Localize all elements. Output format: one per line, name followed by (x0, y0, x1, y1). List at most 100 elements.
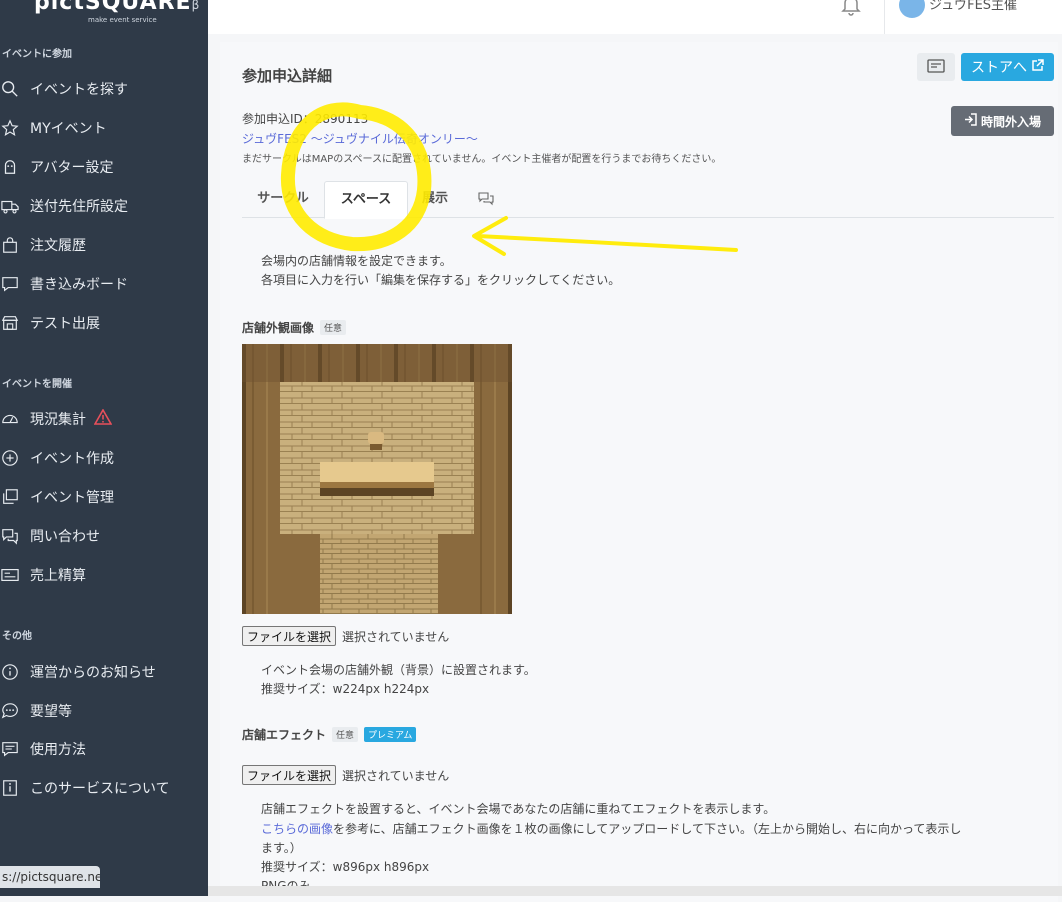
effect-recommended-size: 推奨サイズ：w896px h896px (261, 860, 430, 874)
speech-icon (0, 701, 20, 721)
chat-icon (0, 274, 20, 294)
sidebar-item-label: テスト出展 (30, 316, 100, 332)
sidebar-item-order-history[interactable]: 注文履歴 (0, 230, 208, 260)
intro-text: 各項目に入力を行い「編集を保存する」をクリックしてください。 (261, 273, 621, 287)
sidebar-item-label: 問い合わせ (30, 529, 100, 545)
sidebar-item-sales-settlement[interactable]: 売上精算 (0, 560, 208, 590)
about-icon (0, 778, 20, 798)
effect-file-button[interactable]: ファイルを選択 (242, 765, 337, 785)
section-title-host: イベントを開催 (2, 379, 72, 390)
sidebar-item-label: 注文履歴 (30, 238, 86, 254)
truck-icon (0, 196, 20, 216)
user-name: ジュヴFES主催 (929, 0, 1018, 13)
effect-description-2: こちらの画像を参考に、店舗エフェクト画像を１枚の画像にしてアップロードして下さい… (261, 822, 962, 836)
sidebar-item-requests[interactable]: 要望等 (0, 696, 208, 726)
sidebar-item-label: 要望等 (30, 704, 72, 720)
list-icon (0, 739, 20, 759)
exterior-preview-image (242, 344, 512, 614)
gauge-icon (0, 409, 20, 429)
sidebar-item-contact[interactable]: 問い合わせ (0, 521, 208, 551)
sidebar-item-label: イベント作成 (30, 451, 114, 467)
sidebar-item-label: MYイベント (30, 121, 107, 137)
main-content: 参加申込詳細 ストアへ 参加申込ID：2890113 ジュヴFES2 ～ジュヴナ… (208, 34, 1062, 902)
late-entry-button[interactable]: 時間外入場 (951, 106, 1054, 136)
bag-icon (0, 235, 20, 255)
tab-bar: サークル スペース 展示 (242, 181, 1054, 219)
placement-notice: まだサークルはMAPのスペースに配置されていません。イベント主催者が配置を行うま… (242, 154, 722, 165)
event-link[interactable]: ジュヴFES2 ～ジュヴナイル伝奇オンリー～ (242, 130, 478, 147)
exterior-recommended-size: 推奨サイズ：w224px h224px (261, 682, 430, 696)
plus-circle-icon (0, 448, 20, 468)
sidebar-item-label: アバター設定 (30, 160, 114, 176)
tab-space[interactable]: スペース (324, 181, 408, 219)
user-menu[interactable]: ジュヴFES主催 (884, 0, 1062, 34)
info-icon (0, 662, 20, 682)
sidebar-item-announcements[interactable]: 運営からのお知らせ (0, 657, 208, 687)
optional-badge: 任意 (320, 320, 347, 335)
tab-exhibit[interactable]: 展示 (406, 181, 464, 217)
sidebar-item-label: 使用方法 (30, 742, 86, 758)
sidebar-item-label: イベント管理 (30, 490, 114, 506)
sidebar-item-create-event[interactable]: イベント作成 (0, 443, 208, 473)
external-link-icon (1031, 58, 1044, 76)
star-icon (0, 118, 20, 138)
sidebar-item-label: イベントを探す (30, 82, 128, 98)
top-header: ジュヴFES主催 (208, 0, 1062, 34)
sidebar-item-test-exhibit[interactable]: テスト出展 (0, 308, 208, 338)
sidebar-item-label: 売上精算 (30, 568, 86, 584)
bell-icon[interactable] (840, 0, 862, 20)
store-button[interactable]: ストアへ (961, 53, 1054, 81)
warning-icon (93, 408, 113, 429)
reference-image-link[interactable]: こちらの画像 (261, 822, 333, 836)
late-entry-label: 時間外入場 (980, 114, 1041, 129)
bottom-bar (208, 886, 1062, 896)
exterior-file-row: ファイルを選択 選択されていません (242, 626, 449, 646)
chat-bubbles-icon (0, 526, 20, 546)
sidebar-item-shipping-address[interactable]: 送付先住所設定 (0, 191, 208, 221)
url-tooltip: s://pictsquare.net (0, 866, 100, 888)
store-button-label: ストアへ (971, 60, 1027, 76)
sidebar-item-find-events[interactable]: イベントを探す (0, 74, 208, 104)
effect-label: 店舗エフェクト 任意 プレミアム (242, 726, 417, 743)
sidebar-item-status-summary[interactable]: 現況集計 (0, 404, 208, 434)
sidebar-item-label: 送付先住所設定 (30, 199, 128, 215)
sidebar-item-label: このサービスについて (30, 781, 170, 797)
layers-icon (0, 487, 20, 507)
sidebar-item-my-events[interactable]: MYイベント (0, 113, 208, 143)
sidebar-item-label: 書き込みボード (30, 277, 128, 293)
detail-card: 参加申込詳細 ストアへ 参加申込ID：2890113 ジュヴFES2 ～ジュヴナ… (220, 42, 1058, 902)
section-title-join: イベントに参加 (2, 49, 72, 60)
sidebar-item-avatar-settings[interactable]: アバター設定 (0, 152, 208, 182)
sidebar-item-how-to-use[interactable]: 使用方法 (0, 734, 208, 764)
exterior-file-button[interactable]: ファイルを選択 (242, 626, 337, 646)
effect-file-row: ファイルを選択 選択されていません (242, 765, 449, 785)
sidebar-item-manage-events[interactable]: イベント管理 (0, 482, 208, 512)
effect-description-3: ます。） (261, 841, 302, 855)
optional-badge: 任意 (332, 727, 359, 742)
sidebar-item-label: 運営からのお知らせ (30, 665, 156, 681)
card-icon (927, 58, 945, 76)
effect-file-status: 選択されていません (342, 768, 450, 783)
exterior-image-label: 店舗外観画像 任意 (242, 319, 347, 336)
store-icon (0, 313, 20, 333)
logo[interactable]: pictSQUAREβ make event service (34, 0, 200, 24)
premium-badge: プレミアム (364, 727, 417, 742)
tab-comments[interactable] (464, 181, 508, 217)
intro-text: 会場内の店舗情報を設定できます。 (261, 254, 452, 268)
avatar (899, 0, 925, 18)
exterior-file-status: 選択されていません (342, 629, 450, 644)
avatar-icon (0, 157, 20, 177)
logo-tagline: make event service (88, 16, 157, 24)
page-title: 参加申込詳細 (242, 67, 333, 85)
comments-icon (478, 191, 494, 206)
effect-description: 店舗エフェクトを設置すると、イベント会場であなたの店舗に重ねてエフェクトを表示し… (261, 802, 776, 816)
sidebar-item-label: 現況集計 (30, 412, 86, 428)
entry-id: 参加申込ID：2890113 (242, 112, 369, 126)
receipt-icon (0, 565, 20, 585)
card-view-button[interactable] (917, 53, 955, 81)
sidebar-item-message-board[interactable]: 書き込みボード (0, 269, 208, 299)
tab-circle[interactable]: サークル (242, 181, 324, 217)
sidebar-item-about[interactable]: このサービスについて (0, 773, 208, 803)
sign-in-icon (964, 113, 977, 129)
section-title-other: その他 (2, 631, 32, 642)
